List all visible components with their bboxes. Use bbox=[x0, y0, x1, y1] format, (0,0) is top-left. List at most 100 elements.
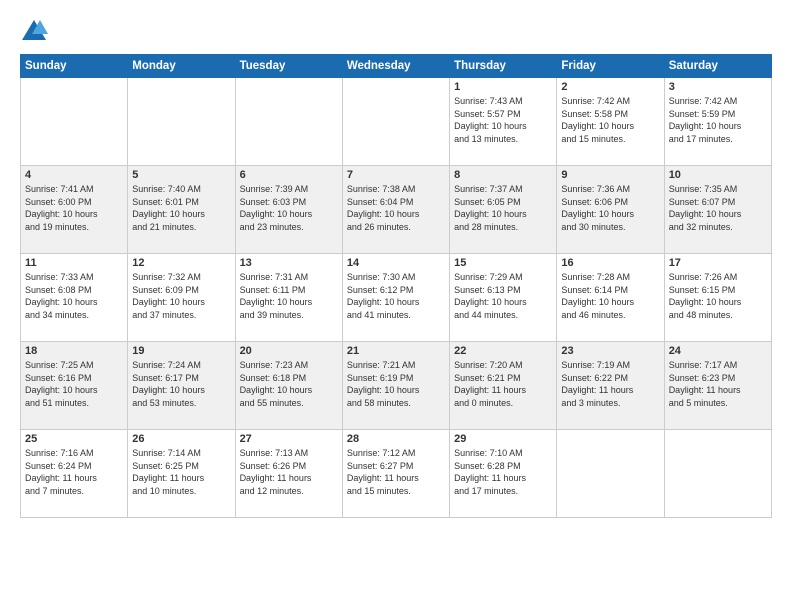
day-number: 13 bbox=[240, 257, 338, 269]
day-info: Sunrise: 7:37 AM Sunset: 6:05 PM Dayligh… bbox=[454, 183, 552, 233]
calendar-cell: 12 Sunrise: 7:32 AM Sunset: 6:09 PM Dayli… bbox=[128, 254, 235, 342]
calendar-cell: 18 Sunrise: 7:25 AM Sunset: 6:16 PM Dayli… bbox=[21, 342, 128, 430]
calendar-cell bbox=[557, 430, 664, 518]
day-number: 9 bbox=[561, 169, 659, 181]
day-info: Sunrise: 7:32 AM Sunset: 6:09 PM Dayligh… bbox=[132, 271, 230, 321]
day-number: 12 bbox=[132, 257, 230, 269]
day-info: Sunrise: 7:39 AM Sunset: 6:03 PM Dayligh… bbox=[240, 183, 338, 233]
page: SundayMondayTuesdayWednesdayThursdayFrid… bbox=[0, 0, 792, 612]
day-number: 7 bbox=[347, 169, 445, 181]
calendar-cell: 16 Sunrise: 7:28 AM Sunset: 6:14 PM Dayli… bbox=[557, 254, 664, 342]
day-info: Sunrise: 7:43 AM Sunset: 5:57 PM Dayligh… bbox=[454, 95, 552, 145]
day-info: Sunrise: 7:29 AM Sunset: 6:13 PM Dayligh… bbox=[454, 271, 552, 321]
calendar-cell bbox=[21, 78, 128, 166]
calendar-cell: 8Sunrise: 7:37 AM Sunset: 6:05 PM Daylig… bbox=[450, 166, 557, 254]
day-info: Sunrise: 7:24 AM Sunset: 6:17 PM Dayligh… bbox=[132, 359, 230, 409]
day-info: Sunrise: 7:12 AM Sunset: 6:27 PM Dayligh… bbox=[347, 447, 445, 497]
day-info: Sunrise: 7:36 AM Sunset: 6:06 PM Dayligh… bbox=[561, 183, 659, 233]
calendar-cell: 14 Sunrise: 7:30 AM Sunset: 6:12 PM Dayli… bbox=[342, 254, 449, 342]
calendar-cell: 6 Sunrise: 7:39 AM Sunset: 6:03 PM Daylig… bbox=[235, 166, 342, 254]
day-number: 10 bbox=[669, 169, 767, 181]
day-info: Sunrise: 7:26 AM Sunset: 6:15 PM Dayligh… bbox=[669, 271, 767, 321]
calendar-cell: 5Sunrise: 7:40 AM Sunset: 6:01 PM Daylig… bbox=[128, 166, 235, 254]
calendar-week-5: 25 Sunrise: 7:16 AM Sunset: 6:24 PM Dayli… bbox=[21, 430, 772, 518]
calendar-cell: 2 Sunrise: 7:42 AM Sunset: 5:58 PM Daylig… bbox=[557, 78, 664, 166]
header bbox=[20, 18, 772, 46]
calendar-cell: 25 Sunrise: 7:16 AM Sunset: 6:24 PM Dayli… bbox=[21, 430, 128, 518]
day-info: Sunrise: 7:40 AM Sunset: 6:01 PM Dayligh… bbox=[132, 183, 230, 233]
calendar-header-row: SundayMondayTuesdayWednesdayThursdayFrid… bbox=[21, 55, 772, 78]
calendar-cell: 17 Sunrise: 7:26 AM Sunset: 6:15 PM Dayli… bbox=[664, 254, 771, 342]
calendar-cell: 15 Sunrise: 7:29 AM Sunset: 6:13 PM Dayli… bbox=[450, 254, 557, 342]
day-info: Sunrise: 7:42 AM Sunset: 5:59 PM Dayligh… bbox=[669, 95, 767, 145]
day-number: 16 bbox=[561, 257, 659, 269]
day-info: Sunrise: 7:21 AM Sunset: 6:19 PM Dayligh… bbox=[347, 359, 445, 409]
calendar-cell: 23 Sunrise: 7:19 AM Sunset: 6:22 PM Dayli… bbox=[557, 342, 664, 430]
day-info: Sunrise: 7:14 AM Sunset: 6:25 PM Dayligh… bbox=[132, 447, 230, 497]
calendar-cell: 21 Sunrise: 7:21 AM Sunset: 6:19 PM Dayli… bbox=[342, 342, 449, 430]
calendar-cell: 19 Sunrise: 7:24 AM Sunset: 6:17 PM Dayli… bbox=[128, 342, 235, 430]
day-number: 24 bbox=[669, 345, 767, 357]
day-info: Sunrise: 7:19 AM Sunset: 6:22 PM Dayligh… bbox=[561, 359, 659, 409]
day-info: Sunrise: 7:35 AM Sunset: 6:07 PM Dayligh… bbox=[669, 183, 767, 233]
day-info: Sunrise: 7:42 AM Sunset: 5:58 PM Dayligh… bbox=[561, 95, 659, 145]
day-number: 11 bbox=[25, 257, 123, 269]
calendar-cell: 13 Sunrise: 7:31 AM Sunset: 6:11 PM Dayli… bbox=[235, 254, 342, 342]
col-header-sunday: Sunday bbox=[21, 55, 128, 78]
calendar-cell: 7 Sunrise: 7:38 AM Sunset: 6:04 PM Daylig… bbox=[342, 166, 449, 254]
day-number: 2 bbox=[561, 81, 659, 93]
day-info: Sunrise: 7:28 AM Sunset: 6:14 PM Dayligh… bbox=[561, 271, 659, 321]
col-header-friday: Friday bbox=[557, 55, 664, 78]
calendar-cell: 24 Sunrise: 7:17 AM Sunset: 6:23 PM Dayli… bbox=[664, 342, 771, 430]
day-number: 27 bbox=[240, 433, 338, 445]
day-number: 23 bbox=[561, 345, 659, 357]
calendar-cell: 26Sunrise: 7:14 AM Sunset: 6:25 PM Dayli… bbox=[128, 430, 235, 518]
day-info: Sunrise: 7:13 AM Sunset: 6:26 PM Dayligh… bbox=[240, 447, 338, 497]
calendar-week-3: 11 Sunrise: 7:33 AM Sunset: 6:08 PM Dayli… bbox=[21, 254, 772, 342]
calendar-cell bbox=[664, 430, 771, 518]
calendar-week-4: 18 Sunrise: 7:25 AM Sunset: 6:16 PM Dayli… bbox=[21, 342, 772, 430]
day-info: Sunrise: 7:23 AM Sunset: 6:18 PM Dayligh… bbox=[240, 359, 338, 409]
calendar-cell bbox=[235, 78, 342, 166]
calendar-cell: 28 Sunrise: 7:12 AM Sunset: 6:27 PM Dayli… bbox=[342, 430, 449, 518]
day-info: Sunrise: 7:25 AM Sunset: 6:16 PM Dayligh… bbox=[25, 359, 123, 409]
day-number: 15 bbox=[454, 257, 552, 269]
day-number: 20 bbox=[240, 345, 338, 357]
calendar-cell bbox=[342, 78, 449, 166]
calendar-week-1: 1 Sunrise: 7:43 AM Sunset: 5:57 PM Daylig… bbox=[21, 78, 772, 166]
calendar: SundayMondayTuesdayWednesdayThursdayFrid… bbox=[20, 54, 772, 518]
day-info: Sunrise: 7:30 AM Sunset: 6:12 PM Dayligh… bbox=[347, 271, 445, 321]
calendar-cell: 10 Sunrise: 7:35 AM Sunset: 6:07 PM Dayli… bbox=[664, 166, 771, 254]
calendar-cell: 11 Sunrise: 7:33 AM Sunset: 6:08 PM Dayli… bbox=[21, 254, 128, 342]
day-info: Sunrise: 7:31 AM Sunset: 6:11 PM Dayligh… bbox=[240, 271, 338, 321]
calendar-cell: 27 Sunrise: 7:13 AM Sunset: 6:26 PM Dayli… bbox=[235, 430, 342, 518]
day-number: 14 bbox=[347, 257, 445, 269]
day-info: Sunrise: 7:17 AM Sunset: 6:23 PM Dayligh… bbox=[669, 359, 767, 409]
day-number: 3 bbox=[669, 81, 767, 93]
day-number: 29 bbox=[454, 433, 552, 445]
day-number: 19 bbox=[132, 345, 230, 357]
day-number: 25 bbox=[25, 433, 123, 445]
day-number: 21 bbox=[347, 345, 445, 357]
day-info: Sunrise: 7:10 AM Sunset: 6:28 PM Dayligh… bbox=[454, 447, 552, 497]
calendar-week-2: 4Sunrise: 7:41 AM Sunset: 6:00 PM Daylig… bbox=[21, 166, 772, 254]
logo-icon bbox=[20, 18, 48, 46]
day-number: 1 bbox=[454, 81, 552, 93]
day-info: Sunrise: 7:33 AM Sunset: 6:08 PM Dayligh… bbox=[25, 271, 123, 321]
calendar-cell: 22 Sunrise: 7:20 AM Sunset: 6:21 PM Dayli… bbox=[450, 342, 557, 430]
day-number: 18 bbox=[25, 345, 123, 357]
day-info: Sunrise: 7:20 AM Sunset: 6:21 PM Dayligh… bbox=[454, 359, 552, 409]
day-number: 17 bbox=[669, 257, 767, 269]
logo bbox=[20, 18, 52, 46]
col-header-wednesday: Wednesday bbox=[342, 55, 449, 78]
calendar-cell: 29 Sunrise: 7:10 AM Sunset: 6:28 PM Dayli… bbox=[450, 430, 557, 518]
day-info: Sunrise: 7:38 AM Sunset: 6:04 PM Dayligh… bbox=[347, 183, 445, 233]
day-number: 28 bbox=[347, 433, 445, 445]
day-number: 22 bbox=[454, 345, 552, 357]
calendar-cell bbox=[128, 78, 235, 166]
calendar-cell: 1 Sunrise: 7:43 AM Sunset: 5:57 PM Daylig… bbox=[450, 78, 557, 166]
calendar-cell: 4Sunrise: 7:41 AM Sunset: 6:00 PM Daylig… bbox=[21, 166, 128, 254]
day-info: Sunrise: 7:16 AM Sunset: 6:24 PM Dayligh… bbox=[25, 447, 123, 497]
day-number: 6 bbox=[240, 169, 338, 181]
calendar-cell: 9 Sunrise: 7:36 AM Sunset: 6:06 PM Daylig… bbox=[557, 166, 664, 254]
